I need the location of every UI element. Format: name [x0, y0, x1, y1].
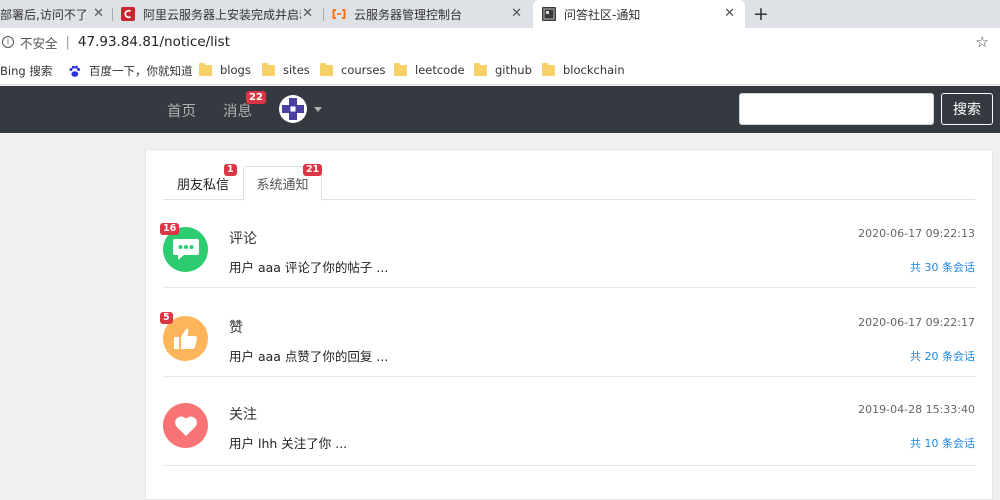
site-favicon-icon	[542, 7, 556, 21]
notice-desc: 用户 lhh 关注了你 ...	[229, 436, 348, 451]
close-icon[interactable]: ✕	[302, 7, 313, 21]
search-input[interactable]	[739, 93, 934, 125]
notice-item-follow[interactable]: 关注 2019-04-28 15:33:40 用户 lhh 关注了你 ... 共…	[163, 403, 975, 466]
bookmarks-bar: Bing 搜索 百度一下，你就知道 blogs sites courses le…	[0, 56, 1000, 85]
notice-title[interactable]: 赞	[229, 317, 243, 337]
notice-desc: 用户 aaa 点赞了你的回复 ...	[229, 349, 389, 364]
notice-title[interactable]: 关注	[229, 404, 257, 424]
search-button[interactable]: 搜索	[941, 93, 993, 125]
close-icon[interactable]: ✕	[724, 7, 735, 21]
browser-tab-3[interactable]: 云服务器管理控制台 ✕	[324, 0, 532, 28]
bookmark-blogs[interactable]: blogs	[199, 62, 251, 77]
folder-icon	[262, 62, 275, 76]
close-icon[interactable]: ✕	[511, 7, 522, 21]
baidu-paw-icon	[69, 65, 81, 77]
bookmark-blockchain[interactable]: blockchain	[542, 62, 625, 77]
notice-count-badge: 16	[160, 223, 180, 235]
info-icon[interactable]: i	[2, 36, 14, 48]
notice-time: 2020-06-17 09:22:13	[858, 227, 975, 240]
folder-icon	[320, 62, 333, 76]
browser-tab-1[interactable]: 部署后,访问不了_ ✕	[0, 0, 112, 28]
folder-icon	[199, 62, 212, 76]
bookmark-courses[interactable]: courses	[320, 62, 385, 77]
bookmark-star-icon[interactable]: ☆	[976, 33, 989, 51]
bookmark-github[interactable]: github	[474, 62, 532, 77]
bookmark-leetcode[interactable]: leetcode	[394, 62, 465, 77]
notice-title[interactable]: 评论	[229, 228, 257, 248]
folder-icon	[474, 62, 487, 76]
folder-icon	[542, 62, 555, 76]
notice-conversation-count[interactable]: 共 20 条会话	[910, 348, 975, 364]
notice-desc: 用户 aaa 评论了你的帖子 ...	[229, 260, 389, 275]
nav-home-link[interactable]: 首页	[167, 100, 196, 121]
address-bar[interactable]: i 不安全 | 47.93.84.81/notice/list ☆	[0, 28, 1000, 56]
aliyun-c-icon	[121, 7, 135, 21]
notice-item-like[interactable]: 5 赞 2020-06-17 09:22:17 用户 aaa 点赞了你的回复 .…	[160, 312, 975, 377]
bookmark-bing[interactable]: Bing 搜索	[0, 63, 52, 79]
bookmark-sites[interactable]: sites	[262, 62, 310, 77]
folder-icon	[394, 62, 407, 76]
close-icon[interactable]: ✕	[93, 7, 104, 21]
new-tab-button[interactable]: +	[753, 3, 769, 25]
notice-conversation-count[interactable]: 共 10 条会话	[910, 435, 975, 451]
heart-icon	[163, 403, 208, 448]
browser-tab-4-active[interactable]: 问答社区-通知 ✕	[533, 0, 745, 28]
system-notices-badge: 21	[303, 164, 323, 176]
notice-time: 2019-04-28 15:33:40	[858, 403, 975, 416]
messages-badge: 22	[246, 91, 266, 104]
address-divider: |	[65, 34, 70, 50]
user-avatar[interactable]	[279, 95, 307, 123]
bookmark-baidu[interactable]: 百度一下，你就知道	[68, 63, 193, 79]
notice-time: 2020-06-17 09:22:17	[858, 316, 975, 329]
private-messages-badge: 1	[224, 164, 237, 176]
notice-conversation-count[interactable]: 共 30 条会话	[910, 259, 975, 275]
notice-tabs: 朋友私信 1 系统通知 21	[163, 164, 975, 201]
avatar-dropdown-caret-icon[interactable]	[314, 107, 322, 112]
browser-tab-strip: 部署后,访问不了_ ✕ 阿里云服务器上安装完成并启动T ✕ 云服务器管理控制台 …	[0, 0, 1000, 28]
notice-item-comment[interactable]: 16 评论 2020-06-17 09:22:13 用户 aaa 评论了你的帖子…	[160, 223, 975, 288]
notice-count-badge: 5	[160, 312, 173, 324]
aliyun-console-icon	[332, 7, 346, 21]
security-label[interactable]: 不安全	[20, 33, 58, 52]
address-url[interactable]: 47.93.84.81/notice/list	[78, 34, 230, 50]
browser-tab-2[interactable]: 阿里云服务器上安装完成并启动T ✕	[113, 0, 323, 28]
